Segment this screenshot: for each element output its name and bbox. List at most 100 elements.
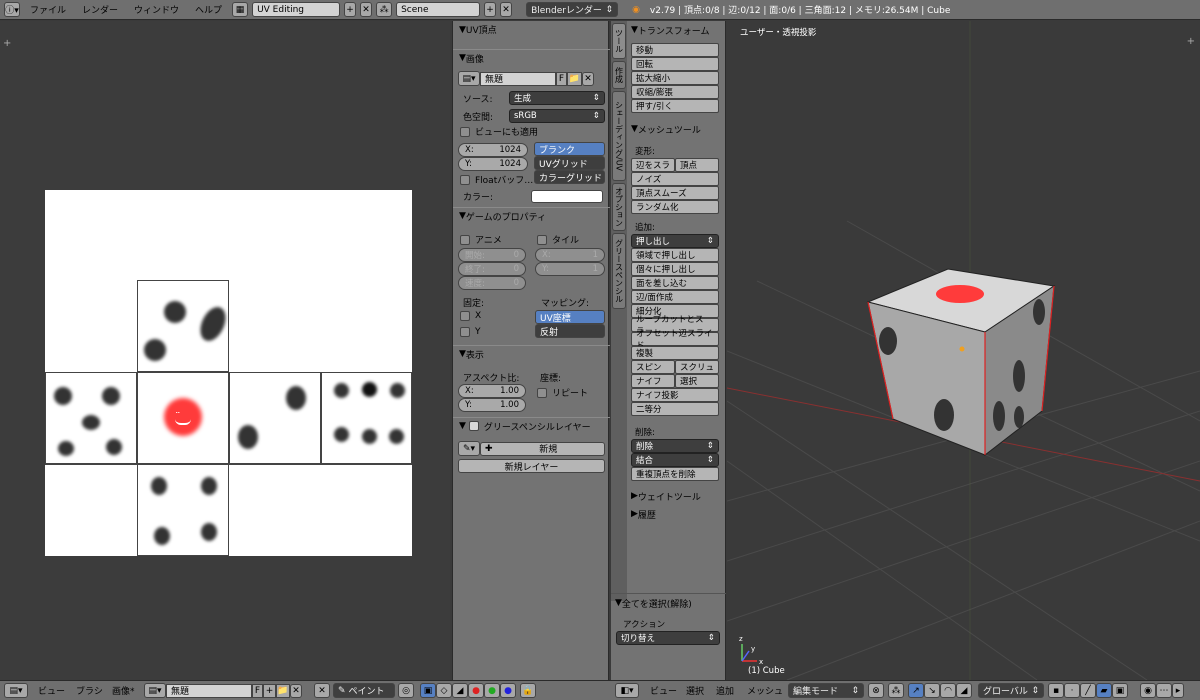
tool-smooth-vertex[interactable]: 頂点スムーズ [631,186,719,200]
new-layer-button[interactable]: 新規レイヤー [458,459,605,473]
tool-scale[interactable]: 拡大縮小 [631,71,719,85]
proportional-edit-icon[interactable]: ◉ [1140,683,1156,698]
tool-randomize[interactable]: ランダム化 [631,200,719,214]
uv-select-mode-icon[interactable]: ▣ [420,683,436,698]
render-engine-select[interactable]: Blenderレンダー ⇕ [526,2,619,17]
history-header[interactable]: ▶ 履歴 [631,506,723,522]
action-select[interactable]: 切り替え ⇕ [616,631,720,645]
anim-row[interactable]: アニメ [460,233,502,246]
tiles-x-field[interactable]: X: 1 [535,248,605,262]
snap-element-icon[interactable]: ▸ [1172,683,1184,698]
layer-icon[interactable]: ▪ [1048,683,1064,698]
height-field[interactable]: Y: 1024 [458,157,528,171]
tool-extrude-region[interactable]: 領域で押し出し [631,248,719,262]
color-swatch[interactable] [531,190,603,203]
operator-header[interactable]: ▼ 全てを選択(解除) [615,595,707,611]
display-header[interactable]: ▼ 表示 [453,345,610,362]
repeat-row[interactable]: リピート [537,386,588,399]
type-blank-button[interactable]: ブランク [534,142,605,156]
tool-make-edge-face[interactable]: 辺/面作成 [631,290,719,304]
image-name-field[interactable]: 無題 [480,71,556,86]
grease-pencil-header[interactable]: ▼ グリースペンシルレイヤー [453,417,610,434]
pin-icon[interactable]: ✕ [314,683,330,698]
tool-knife-select[interactable]: 選択 [675,374,719,388]
tool-knife-project[interactable]: ナイフ投影 [631,388,719,402]
unlink-image-icon[interactable]: ✕ [582,71,594,86]
add-scene-icon[interactable]: + [484,2,497,17]
draw-curve-icon[interactable]: ◢ [452,683,468,698]
bottom-open-image-icon[interactable]: 📁 [276,683,290,698]
merge-select[interactable]: 結合 ⇕ [631,453,719,467]
tiles-row[interactable]: タイル [537,233,579,246]
uv-vertex-header[interactable]: ▼ UV頂点 [453,21,610,38]
anim-end-field[interactable]: 終了: 0 [458,262,526,276]
image-header[interactable]: ▼ 画像 [453,49,610,66]
edit-mode-select[interactable]: 編集モード ⇕ [788,683,864,698]
tool-noise[interactable]: ノイズ [631,172,719,186]
tool-offset-edge-slide[interactable]: オフセット辺スライド [631,329,719,351]
limit-selection-icon[interactable]: ▣ [1112,683,1128,698]
float-buffer-checkbox[interactable] [460,174,470,185]
scene-field[interactable]: Scene [396,2,481,17]
colorspace-select[interactable]: sRGB ⇕ [509,109,605,123]
uv-menu-image[interactable]: 画像* [112,683,135,698]
extrude-select[interactable]: 押し出し ⇕ [631,234,719,248]
blue-channel-icon[interactable]: ● [500,683,516,698]
weight-tools-header[interactable]: ▶ ウェイトツール [631,488,723,504]
aspect-x-field[interactable]: X: 1.00 [458,384,526,398]
bottom-fake-user-button[interactable]: F [252,683,263,698]
menu-window[interactable]: ウィンドウ [128,3,185,16]
image-browse-icon[interactable]: ▤▾ [144,683,166,698]
vertex-select-icon[interactable]: ⋅ [1064,683,1080,698]
open-folder-icon[interactable]: 📁 [567,71,582,86]
3d-viewport[interactable]: ユーザー・透視投影 + x y z (1) Cube [727,21,1200,680]
aspect-y-field[interactable]: Y: 1.00 [458,398,526,412]
tool-translate[interactable]: 移動 [631,43,719,57]
pivot-icon[interactable]: ◎ [398,683,414,698]
anim-speed-field[interactable]: 速度: 0 [458,276,526,290]
viewport-shading-icon[interactable]: ⊗ [868,683,884,698]
view3d-menu-view[interactable]: ビュー [650,683,677,698]
tab-tools[interactable]: ツール [612,23,626,59]
pivot-point-icon[interactable]: ⁂ [888,683,904,698]
tool-bisect[interactable]: 二等分 [631,402,719,416]
bottom-new-image-icon[interactable]: + [263,683,276,698]
clamp-y-checkbox[interactable] [460,327,470,337]
tool-edge-slide[interactable]: 辺をスラ [631,158,675,172]
mesh-tools-header[interactable]: ▼ メッシュツール [631,121,723,137]
manipulator-icon[interactable]: ↗ [908,683,924,698]
tab-grease-pencil[interactable]: グリースペンシル [612,233,626,309]
game-properties-header[interactable]: ▼ ゲームのプロパティ [453,207,610,224]
pencil-icon[interactable]: ✎▾ [458,441,480,456]
view3d-menu-mesh[interactable]: メッシュ [747,683,783,698]
grease-pencil-checkbox[interactable] [468,421,479,431]
tool-inset-faces[interactable]: 面を差し込む [631,276,719,290]
uv-menu-view[interactable]: ビュー [38,683,65,698]
tool-rotate[interactable]: 回転 [631,57,719,71]
delete-select[interactable]: 削除 ⇕ [631,439,719,453]
cube-mesh[interactable] [866,268,1056,457]
uv-editor-type-button[interactable]: ▤▾ [4,683,28,698]
menu-file[interactable]: ファイル [24,3,72,16]
menu-help[interactable]: ヘルプ [189,3,228,16]
bottom-image-name-field[interactable]: 無題 [166,683,252,698]
snap-icon[interactable]: ⋯ [1156,683,1172,698]
tool-extrude-individual[interactable]: 個々に押し出し [631,262,719,276]
tool-vertex-slide[interactable]: 頂点 [675,158,719,172]
view3d-editor-icon[interactable]: ◧▾ [615,683,639,698]
red-channel-icon[interactable]: ● [468,683,484,698]
image-editor-icon[interactable]: ▤▾ [4,683,28,698]
mapping-uv-button[interactable]: UV座標 [535,310,605,324]
width-field[interactable]: X: 1024 [458,143,528,157]
tab-shading-uv[interactable]: シェーディング/UV [612,91,626,181]
uv-texture-image[interactable]: ¨ [45,190,412,556]
clamp-x-row[interactable]: X [460,311,481,321]
scale-manipulator-icon[interactable]: ◢ [956,683,972,698]
tiles-y-field[interactable]: Y: 1 [535,262,605,276]
tool-remove-doubles[interactable]: 重複頂点を削除 [631,467,719,481]
view3d-menu-select[interactable]: 選択 [686,683,704,698]
bottom-unlink-image-icon[interactable]: ✕ [290,683,302,698]
uv-menu-brush[interactable]: ブラシ [76,683,103,698]
source-select[interactable]: 生成 ⇕ [509,91,605,105]
paint-mode-select[interactable]: ✎ ペイント [333,683,395,698]
